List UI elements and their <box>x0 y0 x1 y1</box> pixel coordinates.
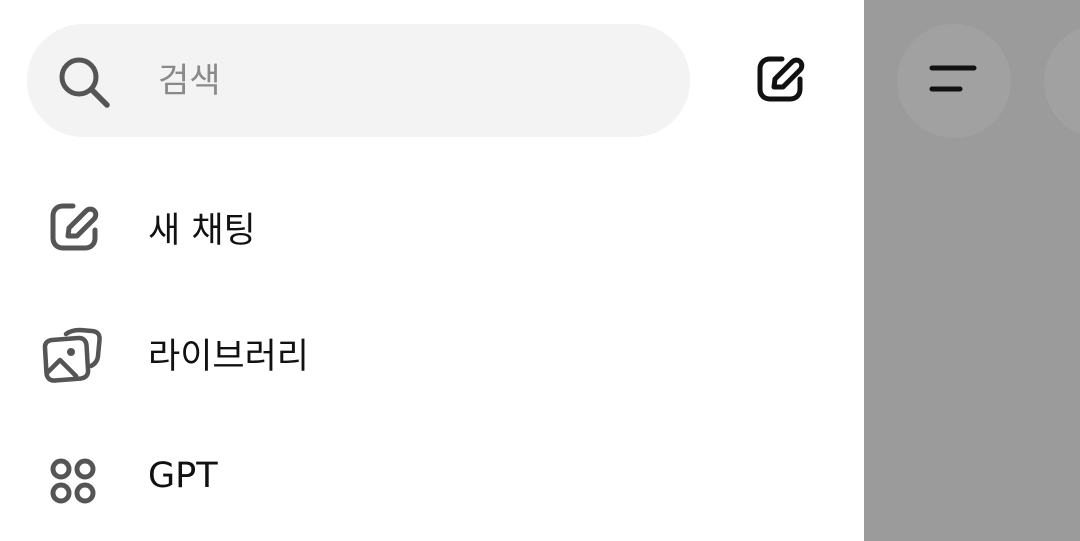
new-chat-icon <box>40 195 106 261</box>
side-drawer: 새 채팅 라이브러리 GPT <box>0 0 864 541</box>
compose-button[interactable] <box>748 50 812 112</box>
hamburger-icon <box>928 63 980 99</box>
menu-item-gpt[interactable]: GPT <box>0 418 864 538</box>
menu-item-label: 라이브러리 <box>148 337 310 377</box>
search-input[interactable] <box>158 56 638 106</box>
menu-button[interactable] <box>897 24 1011 138</box>
menu-item-label: GPT <box>148 456 218 496</box>
menu-item-label: 새 채팅 <box>148 211 256 251</box>
app-root: 새 채팅 라이브러리 GPT <box>0 0 1080 541</box>
compose-icon <box>752 51 808 111</box>
library-icon <box>40 322 106 388</box>
search-icon <box>55 54 115 110</box>
menu-item-new-chat[interactable]: 새 채팅 <box>0 165 864 285</box>
menu-item-library[interactable]: 라이브러리 <box>0 290 864 410</box>
gpt-grid-icon <box>40 448 106 514</box>
